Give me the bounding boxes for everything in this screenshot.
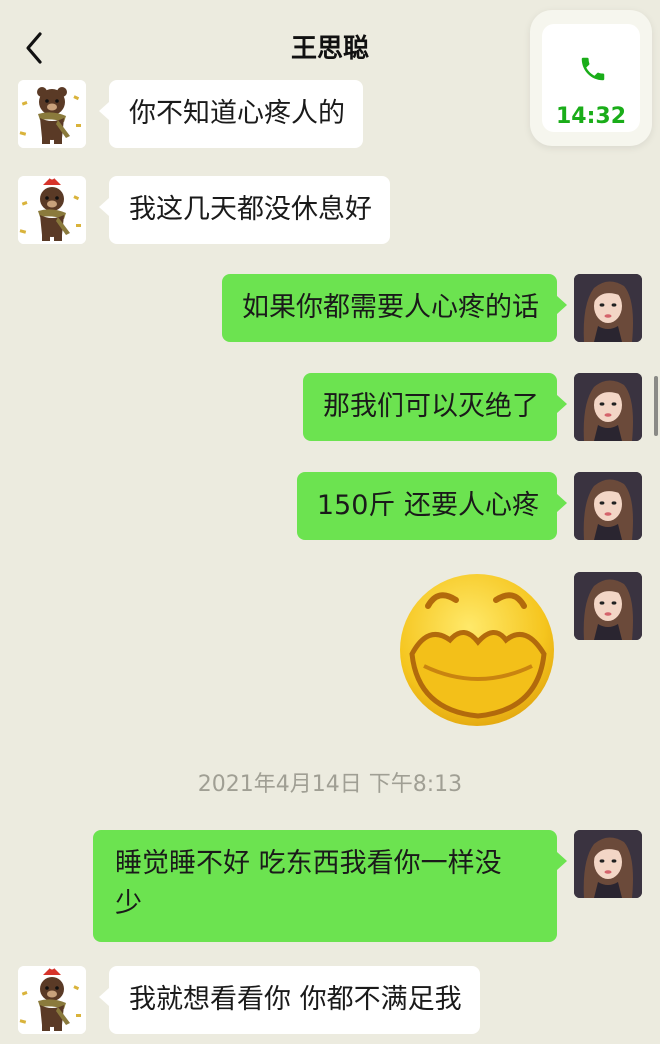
- girl-avatar-icon: [574, 274, 642, 342]
- bear-avatar-icon: [18, 176, 86, 244]
- laughing-face-sticker[interactable]: [398, 570, 556, 728]
- girl-avatar-icon: [574, 572, 642, 640]
- scrollbar[interactable]: [654, 376, 658, 436]
- my-avatar[interactable]: [574, 373, 642, 441]
- message-text-line: 睡觉睡不好 吃东西我看你一样没: [115, 848, 502, 879]
- my-avatar[interactable]: [574, 572, 642, 640]
- message-text: 150斤 还要人心疼: [316, 490, 539, 521]
- call-widget-card[interactable]: 14:32: [542, 24, 640, 132]
- message-text: 那我们可以灭绝了: [323, 391, 539, 422]
- my-avatar[interactable]: [574, 472, 642, 540]
- message-text: 你不知道心疼人的: [129, 98, 345, 129]
- bear-avatar-icon: [18, 966, 86, 1034]
- my-avatar[interactable]: [574, 830, 642, 898]
- message-bubble-incoming[interactable]: 我这几天都没休息好: [99, 176, 390, 244]
- message-text: 我就想看看你 你都不满足我: [129, 984, 462, 1015]
- message-bubble-outgoing[interactable]: 睡觉睡不好 吃东西我看你一样没 少: [93, 830, 567, 942]
- call-floating-window[interactable]: 14:32: [530, 10, 652, 146]
- message-text-line: 少: [115, 888, 142, 919]
- my-avatar[interactable]: [574, 274, 642, 342]
- message-bubble-outgoing[interactable]: 那我们可以灭绝了: [303, 373, 567, 441]
- contact-avatar[interactable]: [18, 176, 86, 244]
- girl-avatar-icon: [574, 830, 642, 898]
- message-bubble-outgoing[interactable]: 如果你都需要人心疼的话: [222, 274, 567, 342]
- message-bubble-incoming[interactable]: 你不知道心疼人的: [99, 80, 363, 148]
- contact-avatar[interactable]: [18, 966, 86, 1034]
- message-text: 如果你都需要人心疼的话: [242, 292, 539, 323]
- bear-avatar-icon: [18, 80, 86, 148]
- message-bubble-outgoing[interactable]: 150斤 还要人心疼: [296, 472, 568, 540]
- phone-icon: [581, 57, 605, 81]
- message-bubble-incoming[interactable]: 我就想看看你 你都不满足我: [99, 966, 480, 1034]
- contact-avatar[interactable]: [18, 80, 86, 148]
- call-duration: 14:32: [555, 104, 627, 129]
- girl-avatar-icon: [574, 373, 642, 441]
- chat-timestamp: 2021年4月14日 下午8:13: [197, 772, 463, 797]
- girl-avatar-icon: [574, 472, 642, 540]
- message-text: 我这几天都没休息好: [129, 194, 372, 225]
